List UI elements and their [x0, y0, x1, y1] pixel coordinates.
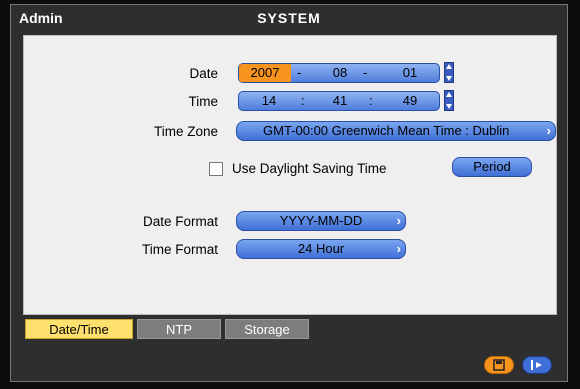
- time-separator: :: [301, 93, 305, 108]
- period-label: Period: [473, 159, 511, 174]
- dst-checkbox[interactable]: [209, 162, 223, 176]
- settings-panel: Date 2007 - 08 - 01 Time 14 : 41 : 49 Ti…: [23, 35, 557, 315]
- exit-button[interactable]: [522, 356, 552, 374]
- time-spinner[interactable]: [444, 90, 454, 111]
- date-format-label: Date Format: [142, 214, 218, 229]
- chevron-right-icon: ›: [396, 241, 401, 256]
- save-button[interactable]: [484, 356, 514, 374]
- time-second[interactable]: 49: [395, 92, 425, 110]
- date-spinner[interactable]: [444, 62, 454, 83]
- time-hour[interactable]: 14: [255, 92, 283, 110]
- spin-down-icon[interactable]: [446, 104, 452, 109]
- tab-storage[interactable]: Storage: [225, 319, 309, 339]
- time-minute[interactable]: 41: [325, 92, 355, 110]
- date-field[interactable]: 2007 - 08 - 01: [238, 63, 440, 83]
- tab-ntp[interactable]: NTP: [137, 319, 221, 339]
- time-format-value: 24 Hour: [297, 241, 345, 256]
- time-field[interactable]: 14 : 41 : 49: [238, 91, 440, 111]
- date-year[interactable]: 2007: [239, 64, 291, 82]
- chevron-right-icon: ›: [546, 123, 551, 138]
- spin-down-icon[interactable]: [446, 76, 452, 81]
- timezone-select[interactable]: GMT-00:00 Greenwich Mean Time : Dublin ›: [236, 121, 556, 141]
- date-label: Date: [189, 66, 218, 81]
- save-icon: [493, 359, 505, 371]
- chevron-right-icon: ›: [396, 213, 401, 228]
- tab-date-time[interactable]: Date/Time: [25, 319, 133, 339]
- spin-up-icon[interactable]: [446, 64, 452, 69]
- date-separator: -: [363, 65, 368, 80]
- time-format-label: Time Format: [141, 242, 218, 257]
- spin-up-icon[interactable]: [446, 92, 452, 97]
- date-format-select[interactable]: YYYY-MM-DD ›: [236, 211, 406, 231]
- date-separator: -: [297, 65, 302, 80]
- timezone-label: Time Zone: [153, 124, 218, 139]
- system-window: Admin SYSTEM Date 2007 - 08 - 01 Time 14…: [10, 4, 568, 382]
- time-label: Time: [188, 94, 219, 109]
- time-separator: :: [369, 93, 373, 108]
- period-button[interactable]: Period: [452, 157, 532, 177]
- date-day[interactable]: 01: [395, 64, 425, 82]
- timezone-value: GMT-00:00 Greenwich Mean Time : Dublin: [263, 123, 510, 138]
- date-month[interactable]: 08: [325, 64, 355, 82]
- dst-label: Use Daylight Saving Time: [232, 161, 387, 176]
- time-format-select[interactable]: 24 Hour ›: [236, 239, 406, 259]
- date-format-value: YYYY-MM-DD: [279, 213, 363, 228]
- window-title: SYSTEM: [257, 10, 321, 26]
- exit-icon: [531, 360, 542, 370]
- title-bar: Admin SYSTEM: [11, 5, 567, 31]
